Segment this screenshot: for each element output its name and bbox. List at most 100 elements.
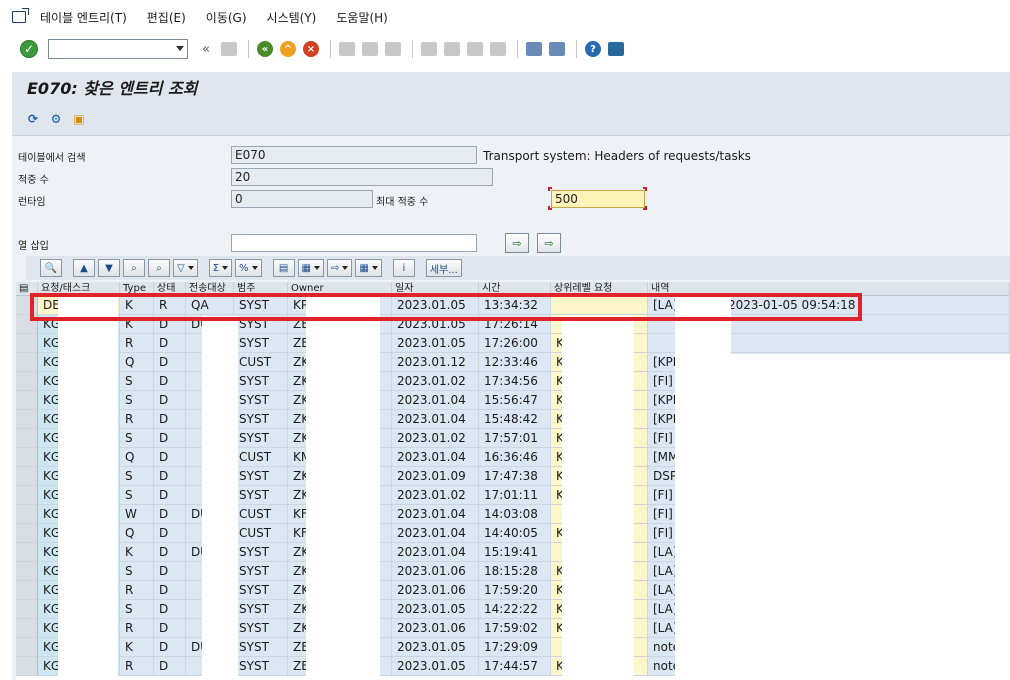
shortcut-icon[interactable] bbox=[547, 39, 567, 59]
table-cell: 2023.01.06 bbox=[392, 562, 479, 581]
table-cell: 2023.01.09 bbox=[392, 467, 479, 486]
sort-ascending-icon[interactable]: ▲ bbox=[73, 259, 95, 277]
views-icon[interactable]: ▦ bbox=[297, 259, 324, 277]
info-icon[interactable]: i bbox=[392, 259, 415, 277]
find-next-icon[interactable]: ⌕ bbox=[148, 259, 170, 277]
help-icon[interactable]: ? bbox=[583, 39, 603, 59]
table-cell: K bbox=[120, 638, 154, 657]
insert-column-detail-button[interactable]: ⇨ bbox=[537, 233, 561, 253]
insert-column-input[interactable] bbox=[231, 234, 477, 252]
table-row[interactable]: KGRDSYSTZBO2023.01.0517:26:00K bbox=[16, 334, 1010, 353]
chevron-down-icon[interactable] bbox=[176, 46, 184, 51]
filter-settings-icon[interactable]: ⚙ bbox=[47, 110, 65, 128]
check-table-icon[interactable]: ▣ bbox=[70, 110, 88, 128]
row-selector[interactable] bbox=[16, 391, 38, 410]
row-selector[interactable] bbox=[16, 600, 38, 619]
save-icon[interactable] bbox=[219, 39, 239, 59]
table-cell: R bbox=[120, 581, 154, 600]
menu-exit-icon[interactable] bbox=[12, 8, 29, 23]
row-selector[interactable] bbox=[16, 581, 38, 600]
command-field[interactable] bbox=[48, 39, 188, 59]
row-selector[interactable] bbox=[16, 467, 38, 486]
find-icon[interactable]: ⌕ bbox=[123, 259, 145, 277]
back-icon[interactable]: « bbox=[255, 39, 275, 59]
row-selector[interactable] bbox=[16, 410, 38, 429]
table-cell: SYST bbox=[234, 391, 288, 410]
table-cell: 2023.01.04 bbox=[392, 391, 479, 410]
layout-menu-icon[interactable] bbox=[606, 39, 626, 59]
table-cell: D bbox=[154, 562, 186, 581]
focus-corner bbox=[548, 206, 552, 210]
row-selector[interactable] bbox=[16, 505, 38, 524]
row-selector[interactable] bbox=[16, 562, 38, 581]
print-preview-icon[interactable]: ▤ bbox=[272, 259, 295, 277]
table-cell: SYST bbox=[234, 372, 288, 391]
menu-table-entry[interactable]: 테이블 엔트리(T) bbox=[40, 9, 127, 26]
table-cell: 2023.01.06 bbox=[392, 581, 479, 600]
exit-icon[interactable]: ^ bbox=[278, 39, 298, 59]
table-cell: D bbox=[154, 410, 186, 429]
table-cell: 18:15:28 bbox=[479, 562, 551, 581]
filter-icon[interactable]: ▽ bbox=[173, 259, 198, 277]
find-icon[interactable] bbox=[360, 39, 380, 59]
next-page-icon[interactable] bbox=[465, 39, 485, 59]
prev-page-icon[interactable] bbox=[442, 39, 462, 59]
table-cell: SYST bbox=[234, 638, 288, 657]
table-cell: S bbox=[120, 372, 154, 391]
menu-goto[interactable]: 이동(G) bbox=[206, 9, 247, 26]
detail-button[interactable]: 세부... bbox=[425, 259, 462, 277]
row-selector[interactable] bbox=[16, 486, 38, 505]
insert-column-button[interactable]: ⇨ bbox=[505, 233, 529, 253]
row-selector[interactable] bbox=[16, 524, 38, 543]
sum-icon[interactable]: Σ bbox=[208, 259, 233, 277]
refresh-icon[interactable]: ⟳ bbox=[24, 110, 42, 128]
menu-edit[interactable]: 편집(E) bbox=[147, 9, 186, 26]
hits-field: 20 bbox=[231, 168, 493, 186]
row-selector[interactable] bbox=[16, 657, 38, 676]
table-cell: SYST bbox=[234, 657, 288, 676]
menu-system[interactable]: 시스템(Y) bbox=[267, 9, 317, 26]
cancel-icon[interactable]: × bbox=[301, 39, 321, 59]
row-selector[interactable] bbox=[16, 448, 38, 467]
detail-view-icon[interactable]: 🔍 bbox=[40, 259, 62, 277]
subtotal-icon[interactable]: % bbox=[235, 259, 262, 277]
export-icon[interactable]: ⇨ bbox=[327, 259, 353, 277]
separator bbox=[248, 40, 249, 58]
redaction-mask bbox=[58, 296, 118, 680]
insert-column-label: 열 삽입 bbox=[18, 241, 49, 252]
print-icon[interactable] bbox=[337, 39, 357, 59]
layout-icon[interactable]: ▦ bbox=[355, 259, 382, 277]
table-cell: 17:26:00 bbox=[479, 334, 551, 353]
row-selector[interactable] bbox=[16, 619, 38, 638]
first-page-icon[interactable] bbox=[419, 39, 439, 59]
table-cell: 2023.01.06 bbox=[392, 619, 479, 638]
redaction-mask bbox=[675, 296, 731, 680]
row-selector[interactable] bbox=[16, 353, 38, 372]
menu-help[interactable]: 도움말(H) bbox=[336, 9, 388, 26]
separator bbox=[412, 40, 413, 58]
row-selector[interactable] bbox=[16, 334, 38, 353]
highlight-annotation bbox=[30, 293, 862, 321]
table-cell: D bbox=[154, 505, 186, 524]
sort-descending-icon[interactable]: ▼ bbox=[98, 259, 120, 277]
max-hits-input[interactable]: 500 bbox=[551, 190, 645, 208]
table-cell: D bbox=[154, 334, 186, 353]
table-cell: 2023.01.02 bbox=[392, 429, 479, 448]
table-cell: S bbox=[120, 562, 154, 581]
last-page-icon[interactable] bbox=[488, 39, 508, 59]
table-cell: SYST bbox=[234, 600, 288, 619]
collapse-icon[interactable]: « bbox=[196, 39, 216, 59]
table-cell: D bbox=[154, 600, 186, 619]
table-cell: 2023.01.04 bbox=[392, 448, 479, 467]
row-selector[interactable] bbox=[16, 638, 38, 657]
table-cell: 2023.01.04 bbox=[392, 543, 479, 562]
row-selector[interactable] bbox=[16, 543, 38, 562]
row-selector[interactable] bbox=[16, 372, 38, 391]
row-selector[interactable] bbox=[16, 429, 38, 448]
enter-check-icon[interactable]: ✓ bbox=[20, 40, 38, 58]
new-session-icon[interactable] bbox=[524, 39, 544, 59]
focus-corner bbox=[643, 206, 647, 210]
table-cell: K bbox=[120, 543, 154, 562]
table-cell: 12:33:46 bbox=[479, 353, 551, 372]
find-next-icon[interactable] bbox=[383, 39, 403, 59]
